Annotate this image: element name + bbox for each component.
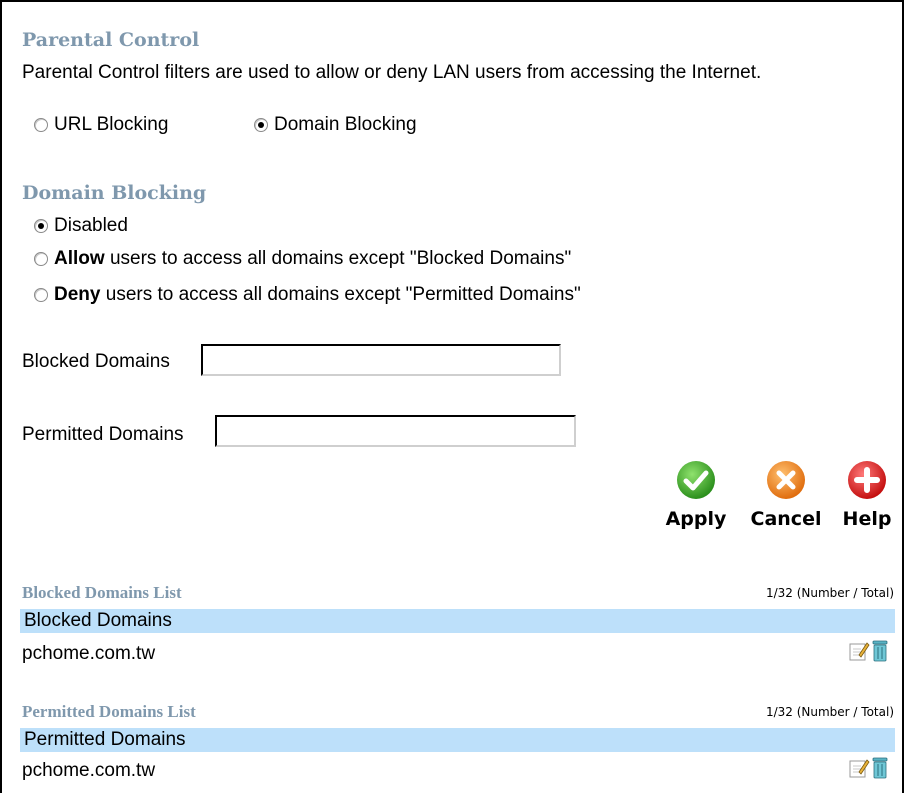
apply-button[interactable]: Apply <box>663 460 729 530</box>
deny-option[interactable]: Deny users to access all domains except … <box>34 284 581 306</box>
domain-blocking-option[interactable]: Domain Blocking <box>254 114 417 136</box>
permitted-list-header: Permitted Domains <box>20 728 895 752</box>
trash-icon[interactable] <box>870 640 890 667</box>
parental-control-title: Parental Control <box>22 29 200 51</box>
domain-blocking-title: Domain Blocking <box>22 182 207 204</box>
check-icon <box>677 461 715 499</box>
blocked-list-header: Blocked Domains <box>20 609 895 633</box>
deny-radio[interactable] <box>34 288 48 302</box>
permitted-domains-label: Permitted Domains <box>22 424 184 445</box>
cancel-label: Cancel <box>750 508 822 530</box>
blocked-list-title: Blocked Domains List <box>22 583 182 602</box>
trash-icon[interactable] <box>870 757 890 784</box>
allow-label: users to access all domains except "Bloc… <box>104 248 572 269</box>
parental-control-description: Parental Control filters are used to all… <box>22 62 762 83</box>
disabled-radio[interactable] <box>34 219 48 233</box>
domain-blocking-label: Domain Blocking <box>274 114 417 135</box>
allow-keyword: Allow <box>54 248 105 269</box>
permitted-domains-input[interactable] <box>215 415 576 447</box>
help-button[interactable]: Help <box>839 460 895 530</box>
edit-icon[interactable] <box>848 640 870 667</box>
allow-radio[interactable] <box>34 252 48 266</box>
help-label: Help <box>842 508 892 530</box>
blocked-list-row-domain: pchome.com.tw <box>22 643 156 664</box>
url-blocking-option[interactable]: URL Blocking <box>34 114 168 136</box>
blocked-list-count: 1/32 (Number / Total) <box>765 586 894 600</box>
apply-label: Apply <box>665 508 727 530</box>
cancel-button[interactable]: Cancel <box>747 460 825 530</box>
permitted-row-actions <box>848 757 890 784</box>
allow-option[interactable]: Allow users to access all domains except… <box>34 248 571 270</box>
x-icon <box>767 461 805 499</box>
url-blocking-label: URL Blocking <box>54 114 169 135</box>
plus-icon <box>848 461 886 499</box>
disabled-label: Disabled <box>54 215 128 236</box>
url-blocking-radio[interactable] <box>34 118 48 132</box>
blocked-domains-input[interactable] <box>201 344 561 376</box>
blocked-domains-label: Blocked Domains <box>22 351 170 372</box>
edit-icon[interactable] <box>848 757 870 784</box>
permitted-list-row-domain: pchome.com.tw <box>22 760 156 781</box>
permitted-list-count: 1/32 (Number / Total) <box>765 705 894 719</box>
permitted-list-title: Permitted Domains List <box>22 702 196 721</box>
domain-blocking-radio[interactable] <box>254 118 268 132</box>
blocked-row-actions <box>848 640 890 667</box>
disabled-option[interactable]: Disabled <box>34 215 128 237</box>
deny-keyword: Deny <box>54 284 101 305</box>
deny-label: users to access all domains except "Perm… <box>100 284 581 305</box>
